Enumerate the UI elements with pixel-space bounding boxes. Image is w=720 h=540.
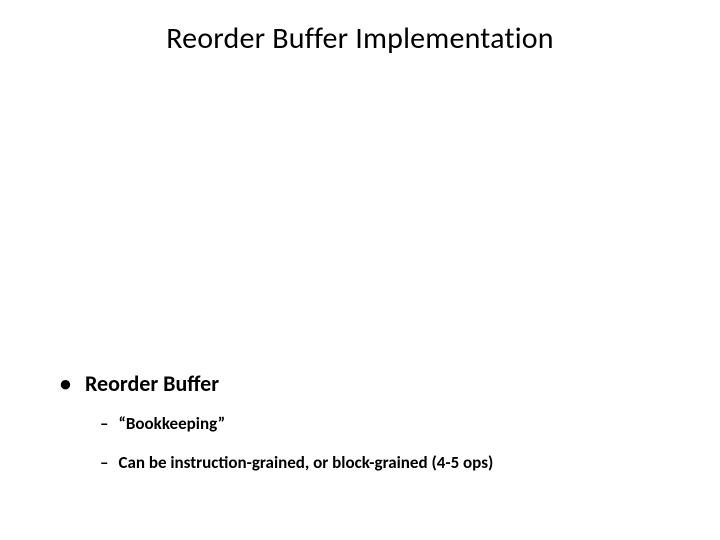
slide-title: Reorder Buffer Implementation	[0, 20, 720, 57]
bullet-level2-text: Can be instruction-grained, or block-gra…	[118, 452, 493, 473]
bullet-level2: – Can be instruction-grained, or block-g…	[100, 452, 680, 473]
slide: Reorder Buffer Implementation • Reorder …	[0, 0, 720, 540]
slide-body: • Reorder Buffer – “Bookkeeping” – Can b…	[60, 370, 680, 491]
bullet-level2-text: “Bookkeeping”	[118, 413, 225, 434]
bullet-level1-text: Reorder Buffer	[85, 370, 219, 397]
bullet-icon: •	[60, 373, 71, 395]
dash-icon: –	[100, 413, 108, 434]
bullet-level2: – “Bookkeeping”	[100, 413, 680, 434]
bullet-level1: • Reorder Buffer	[60, 370, 680, 397]
dash-icon: –	[100, 452, 108, 473]
